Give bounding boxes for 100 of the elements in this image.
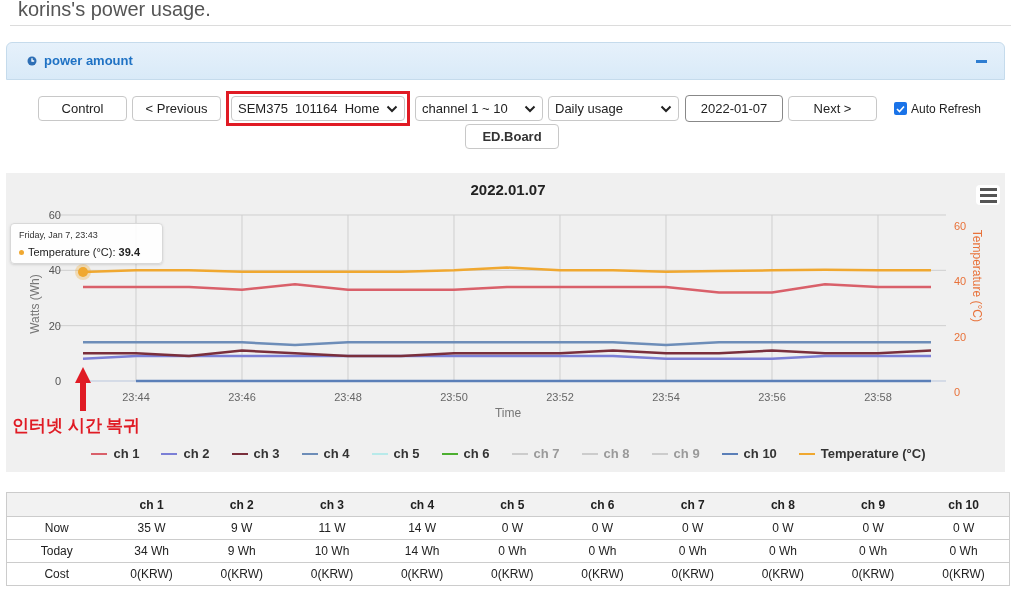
x-axis-label: 23:48 [334, 391, 362, 403]
previous-button[interactable]: < Previous [132, 96, 221, 121]
chevron-down-icon [386, 104, 398, 113]
table-cell: 0 Wh [918, 539, 1010, 563]
legend-label: ch 4 [323, 444, 350, 463]
y-axis-label: 0 [54, 375, 61, 387]
table-cell: 0(KRW) [286, 562, 378, 586]
column-header: ch 7 [647, 492, 738, 517]
period-select[interactable]: Daily usage [548, 96, 679, 121]
table-cell: 14 Wh [377, 539, 468, 563]
checkbox[interactable] [894, 102, 907, 115]
column-header: ch 10 [918, 492, 1010, 517]
legend-label: ch 5 [393, 444, 420, 463]
table-cell: 0(KRW) [557, 562, 648, 586]
annotation-text: 인터넷 시간 복귀 [12, 415, 141, 437]
x-axis-label: 23:52 [546, 391, 574, 403]
x-axis-title: Time [494, 406, 522, 420]
clock-icon [27, 56, 37, 66]
table-cell: 9 Wh [196, 539, 287, 563]
table-cell: 0 Wh [828, 539, 919, 563]
legend-item[interactable]: ch 6 [441, 443, 490, 464]
legend-label: ch 1 [113, 444, 140, 463]
annotation-arrow [75, 367, 91, 411]
table-cell: 0 W [918, 516, 1010, 540]
channel-select[interactable]: channel 1 ~ 10 [415, 96, 543, 121]
legend-item[interactable]: ch 10 [721, 443, 777, 464]
temperature-axis-label: 40 [954, 275, 967, 288]
table-cell: 9 W [196, 516, 287, 540]
y-axis-label: 60 [48, 209, 61, 221]
legend-label: ch 8 [603, 444, 630, 463]
legend-label: Temperature (°C) [820, 444, 926, 463]
panel-title: power amount [44, 52, 133, 71]
row-header: Cost [6, 562, 107, 586]
table-cell: 34 Wh [106, 539, 197, 563]
legend-item[interactable]: ch 2 [161, 443, 210, 464]
table-cell: 0 Wh [647, 539, 738, 563]
auto-refresh-label: Auto Refresh [911, 100, 982, 118]
table-cell: 0 Wh [557, 539, 648, 563]
table-cell: 0 W [647, 516, 738, 540]
minus-icon[interactable] [976, 59, 987, 63]
table-cell: 0(KRW) [828, 562, 919, 586]
temperature-axis-title: Temperature (°C) [970, 229, 984, 322]
control-button[interactable]: Control [38, 96, 127, 121]
table-cell: 0 W [828, 516, 919, 540]
temperature-axis-label: 60 [954, 220, 967, 232]
column-header: ch 9 [828, 492, 919, 517]
column-header: ch 5 [467, 492, 558, 517]
legend-item[interactable]: ch 5 [371, 443, 420, 464]
table-cell: 14 W [377, 516, 468, 540]
y-axis-title: Watts (Wh) [28, 274, 42, 334]
table-cell: 35 W [106, 516, 197, 540]
legend-label: ch 9 [673, 444, 700, 463]
legend-item[interactable]: ch 3 [231, 443, 280, 464]
checkmark-icon [896, 104, 905, 113]
table-cell: 0 Wh [737, 539, 828, 563]
chart-title: 2022.01.07 [470, 181, 546, 198]
legend-item[interactable]: Temperature (°C) [798, 443, 926, 464]
tooltip-value: Temperature (°C): 39.4 [28, 245, 140, 260]
column-header: ch 2 [196, 492, 287, 517]
table-cell: 0(KRW) [467, 562, 558, 586]
y-axis-label: 40 [48, 264, 61, 277]
legend-label: ch 10 [743, 444, 777, 463]
x-axis-label: 23:46 [228, 391, 256, 403]
table-cell: 10 Wh [286, 539, 378, 563]
table-cell: 0(KRW) [377, 562, 468, 586]
legend-label: ch 3 [253, 444, 280, 463]
chevron-down-icon [524, 104, 536, 113]
legend-item[interactable]: ch 1 [91, 443, 140, 464]
next-button[interactable]: Next > [788, 96, 877, 121]
device-select[interactable]: SEM375 101164 Home [231, 96, 405, 121]
chevron-down-icon [660, 104, 672, 113]
table-cell: 0(KRW) [647, 562, 738, 586]
column-header: ch 8 [737, 492, 828, 517]
legend-item[interactable]: ch 4 [301, 443, 350, 464]
tooltip-time: Friday, Jan 7, 23:43 [19, 230, 99, 241]
legend-label: ch 7 [533, 444, 560, 463]
x-axis-label: 23:56 [758, 391, 786, 403]
page-title: korins's power usage. [18, 0, 212, 20]
menu-icon[interactable] [976, 185, 1000, 205]
table-cell: 0(KRW) [196, 562, 287, 586]
table-cell: 0 W [467, 516, 558, 540]
date-field[interactable]: 2022-01-07 [685, 95, 783, 122]
temperature-axis-label: 20 [954, 330, 967, 343]
temperature-axis-label: 0 [954, 386, 961, 398]
row-header: Today [6, 539, 107, 563]
column-header: ch 1 [106, 492, 197, 517]
x-axis-label: 23:50 [440, 391, 468, 403]
y-axis-label: 20 [48, 319, 61, 332]
legend-label: ch 2 [183, 444, 210, 463]
board-button[interactable]: ED.Board [465, 124, 559, 149]
legend-label: ch 6 [463, 444, 490, 463]
x-axis-label: 23:54 [652, 391, 680, 403]
table-cell: 0 W [737, 516, 828, 540]
row-header: Now [6, 516, 107, 540]
table-cell: 11 W [286, 516, 378, 540]
column-header: ch 6 [557, 492, 648, 517]
table-cell: 0 W [557, 516, 648, 540]
table-cell: 0(KRW) [918, 562, 1010, 586]
column-header: ch 3 [286, 492, 378, 517]
column-header: ch 4 [377, 492, 468, 517]
